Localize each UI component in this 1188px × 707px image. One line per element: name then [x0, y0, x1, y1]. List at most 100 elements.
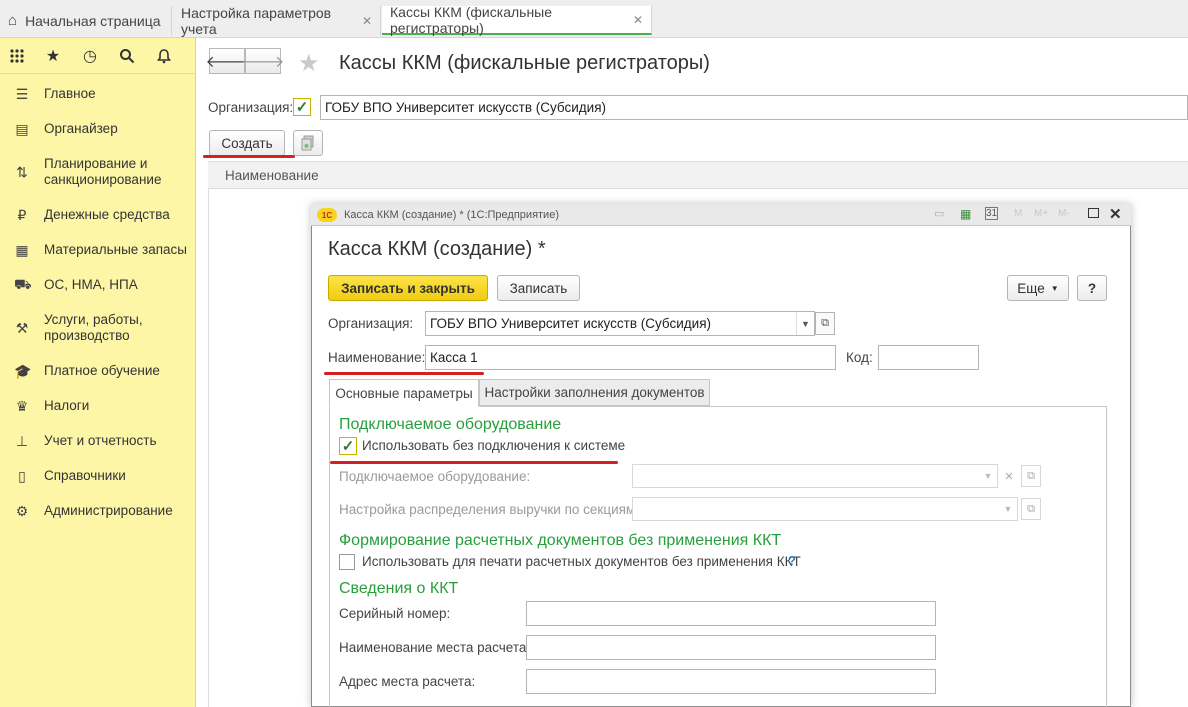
ruble-icon: ₽	[17, 206, 27, 223]
dropdown-arrow-icon[interactable]: ▼	[979, 465, 997, 487]
sidebar-item-planning[interactable]: ⇅ Планирование и санкционирование	[0, 155, 196, 189]
revenue-label: Настройка распределения выручки по секци…	[339, 502, 639, 517]
search-icon[interactable]	[116, 45, 138, 67]
more-button[interactable]: Еще ▼	[1007, 275, 1069, 301]
gear-icon: ⚙	[15, 502, 29, 519]
help-question-icon[interactable]: ?	[788, 553, 796, 568]
sidebar-item-fixed-assets[interactable]: ⛟ ОС, НМА, НПА	[0, 275, 196, 295]
copy-button[interactable]	[293, 130, 323, 156]
sidebar-item-label: Администрирование	[44, 503, 173, 518]
calendar-icon[interactable]: 31	[985, 207, 998, 220]
star-icon[interactable]: ★	[42, 45, 64, 67]
name-field[interactable]: Касса 1	[425, 345, 836, 370]
forward-button[interactable]: 🡒	[242, 48, 284, 74]
modal-org-value: ГОБУ ВПО Университет искусств (Субсидия)	[430, 316, 712, 331]
sidebar-item-organizer[interactable]: ▤ Органайзер	[0, 119, 196, 139]
close-icon[interactable]: ✕	[633, 13, 643, 27]
close-icon[interactable]: ✕	[1109, 205, 1122, 223]
org-field[interactable]: ГОБУ ВПО Университет искусств (Субсидия)	[320, 95, 1188, 120]
help-button[interactable]: ?	[1077, 275, 1107, 301]
tab-label: Начальная страница	[25, 12, 161, 29]
tab-home[interactable]: ⌂ Начальная страница	[0, 6, 172, 35]
column-header-name[interactable]: Наименование	[225, 168, 319, 183]
sidebar-item-label: Налоги	[44, 398, 90, 413]
truck-icon: ⛟	[14, 275, 32, 292]
sidebar-item-paid-education[interactable]: 🎓 Платное обучение	[0, 361, 196, 381]
tab-cash-registers[interactable]: Кассы ККМ (фискальные регистраторы) ✕	[382, 3, 652, 36]
tab-label: Настройка параметров учета	[181, 4, 332, 37]
clipboard-icon: ▤	[15, 120, 29, 137]
memory-plus-icon[interactable]: M+	[1034, 208, 1048, 219]
serial-field[interactable]	[526, 601, 936, 626]
tab-main-params[interactable]: Основные параметры	[329, 379, 479, 407]
copy-icon	[301, 135, 314, 151]
section-docs-heading: Формирование расчетных документов без пр…	[339, 532, 782, 549]
serial-label: Серийный номер:	[339, 606, 451, 621]
equipment-field[interactable]: ▼	[632, 464, 998, 488]
sidebar-item-accounting[interactable]: ⊥ Учет и отчетность	[0, 431, 196, 451]
sidebar-item-references[interactable]: ▯ Справочники	[0, 466, 196, 486]
sidebar-item-label: Справочники	[44, 468, 126, 483]
sidebar-item-label: Материальные запасы	[44, 242, 188, 257]
revenue-field[interactable]: ▼	[632, 497, 1018, 521]
page-title: Кассы ККМ (фискальные регистраторы)	[339, 52, 710, 74]
more-label: Еще	[1017, 280, 1045, 296]
sidebar-item-label: Планирование и санкционирование	[44, 156, 162, 187]
save-button[interactable]: Записать	[497, 275, 580, 301]
org-checkbox[interactable]: ✓	[293, 98, 311, 116]
sidebar-item-label: Платное обучение	[44, 363, 160, 378]
menu-icon: ☰	[15, 85, 29, 102]
dropdown-arrow-icon[interactable]: ▼	[796, 312, 814, 335]
list-header	[208, 161, 1188, 189]
org-label: Организация:	[208, 100, 294, 115]
bell-icon[interactable]	[153, 45, 175, 67]
memory-minus-icon[interactable]: M-	[1058, 208, 1070, 219]
clear-icon[interactable]: ✕	[1000, 466, 1018, 486]
home-icon: ⌂	[8, 12, 18, 29]
open-equipment-icon[interactable]: ⧉	[1021, 465, 1041, 487]
use-without-connection-checkbox[interactable]: ✓	[339, 437, 357, 455]
modal-org-field[interactable]: ГОБУ ВПО Университет искусств (Субсидия)…	[425, 311, 815, 336]
sidebar-item-services[interactable]: ⚒ Услуги, работы, производство	[0, 311, 196, 345]
chevron-down-icon: ▼	[1050, 283, 1059, 293]
dropdown-arrow-icon[interactable]: ▼	[999, 498, 1017, 520]
graduation-cap-icon: 🎓	[14, 362, 32, 379]
maximize-icon[interactable]	[1088, 208, 1099, 218]
save-and-close-button[interactable]: Записать и закрыть	[328, 275, 488, 301]
place-address-label: Адрес места расчета:	[339, 674, 476, 689]
sidebar-item-label: Денежные средства	[44, 207, 170, 222]
code-label: Код:	[846, 350, 873, 365]
chart-icon: ⊥	[15, 432, 29, 449]
calculator-icon[interactable]: ▦	[960, 207, 971, 221]
favorite-star-icon[interactable]: ★	[298, 49, 320, 78]
annotation-underline	[330, 461, 618, 464]
close-icon[interactable]: ✕	[362, 14, 372, 28]
name-label: Наименование:	[328, 350, 426, 365]
tab-doc-settings[interactable]: Настройки заполнения документов	[479, 379, 710, 406]
modal-heading: Касса ККМ (создание) *	[328, 238, 546, 260]
history-icon[interactable]: ◷	[79, 45, 101, 67]
tab-label: Основные параметры	[335, 385, 473, 401]
print-icon[interactable]: ▭	[934, 207, 944, 220]
open-revenue-icon[interactable]: ⧉	[1021, 498, 1041, 520]
place-name-field[interactable]	[526, 635, 936, 660]
code-field[interactable]	[878, 345, 979, 370]
place-address-field[interactable]	[526, 669, 936, 694]
section-kkt-heading: Сведения о ККТ	[339, 580, 459, 597]
sidebar-item-taxes[interactable]: ♛ Налоги	[0, 396, 196, 416]
sidebar-item-money[interactable]: ₽ Денежные средства	[0, 205, 196, 225]
apps-grid-icon[interactable]	[6, 45, 28, 67]
open-org-icon[interactable]: ⧉	[815, 312, 835, 335]
annotation-underline	[203, 155, 295, 158]
use-for-print-checkbox[interactable]	[339, 554, 355, 570]
sidebar-item-main[interactable]: ☰ Главное	[0, 84, 196, 104]
create-button[interactable]: Создать	[209, 130, 285, 156]
tab-label: Кассы ККМ (фискальные регистраторы)	[390, 3, 553, 36]
sidebar-item-materials[interactable]: ▦ Материальные запасы	[0, 240, 196, 260]
annotation-underline	[324, 372, 484, 375]
tab-settings[interactable]: Настройка параметров учета ✕	[173, 4, 381, 37]
memory-m-icon[interactable]: M	[1014, 208, 1022, 219]
back-button[interactable]: 🡐	[206, 48, 248, 74]
use-for-print-label: Использовать для печати расчетных докуме…	[362, 554, 801, 569]
sidebar-item-administration[interactable]: ⚙ Администрирование	[0, 501, 196, 521]
